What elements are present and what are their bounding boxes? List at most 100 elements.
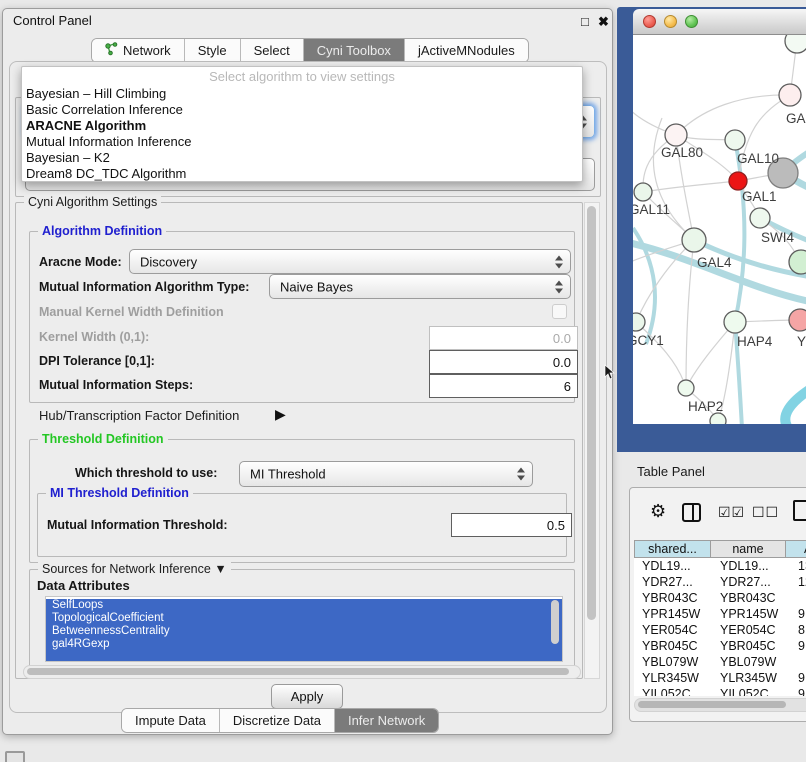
which-threshold-combo[interactable]: MI Threshold: [239, 461, 533, 487]
list-item-betweennesscentrality[interactable]: BetweennessCentrality: [46, 625, 562, 638]
network-canvas[interactable]: GAL GAL80 GAL10 GAL1 GAL11 SWI4 GAL4 GCY…: [633, 35, 806, 424]
table-horizontal-scrollbar-thumb[interactable]: [638, 701, 786, 708]
minimize-traffic-icon[interactable]: [664, 15, 677, 28]
mi-threshold-value: 0.5: [547, 518, 565, 533]
table-cell[interactable]: YER054C: [642, 623, 698, 637]
zoom-traffic-icon[interactable]: [685, 15, 698, 28]
table-cell[interactable]: YIL052C: [642, 687, 691, 696]
settings-vertical-scrollbar-thumb[interactable]: [587, 206, 596, 620]
table-cell[interactable]: YPR145W: [642, 607, 700, 621]
list-item-topologicalcoefficient[interactable]: TopologicalCoefficient: [46, 612, 562, 625]
tab-jactivemnodules[interactable]: jActiveMNodules: [405, 39, 528, 62]
table-cell[interactable]: YDR27...: [720, 575, 771, 589]
column-header-partial[interactable]: A: [786, 540, 806, 558]
table-cell[interactable]: 9.: [798, 639, 806, 653]
table-cell[interactable]: YBL079W: [642, 655, 698, 669]
table-cell[interactable]: YLR345W: [642, 671, 699, 685]
close-traffic-icon[interactable]: [643, 15, 656, 28]
column-header-shared-name[interactable]: shared...: [634, 540, 711, 558]
popup-item-bayesian-hill-climbing[interactable]: Bayesian – Hill Climbing: [26, 86, 166, 101]
tab-impute-data[interactable]: Impute Data: [122, 709, 220, 732]
hub-definition-label[interactable]: Hub/Transcription Factor Definition: [39, 408, 239, 423]
table-cell[interactable]: YLR345W: [720, 671, 777, 685]
settings-horizontal-scrollbar[interactable]: [23, 665, 581, 679]
table-cell[interactable]: 12: [798, 575, 806, 589]
table-cell[interactable]: 9.: [798, 607, 806, 621]
table-cell[interactable]: 9.: [798, 671, 806, 685]
list-selection-fill: [46, 651, 562, 661]
popup-item-bayesian-k2[interactable]: Bayesian – K2: [26, 150, 110, 165]
table-cell[interactable]: YDL19...: [720, 559, 769, 573]
table-cell[interactable]: 9.: [798, 687, 806, 696]
unchecked-pair-icon[interactable]: ☐☐: [752, 504, 779, 521]
tab-infer-network[interactable]: Infer Network: [335, 709, 438, 732]
expand-arrow-icon[interactable]: ▶: [275, 406, 286, 423]
control-panel-titlebar[interactable]: Control Panel □ ✖: [3, 9, 612, 33]
columns-icon[interactable]: [682, 503, 701, 522]
manual-kernel-checkbox[interactable]: [552, 304, 567, 319]
tab-style[interactable]: Style: [185, 39, 241, 62]
column-header-name[interactable]: name: [711, 540, 786, 558]
table-horizontal-scrollbar[interactable]: [634, 698, 806, 712]
table-cell[interactable]: YBR045C: [642, 639, 698, 653]
list-item-selfloops[interactable]: SelfLoops: [46, 599, 562, 612]
node-partial-top[interactable]: [785, 35, 806, 53]
popup-item-mutual-information[interactable]: Mutual Information Inference: [26, 134, 191, 149]
list-item-gal4rgexp[interactable]: gal4RGexp: [46, 638, 562, 651]
node-hap2[interactable]: [678, 380, 694, 396]
list-vertical-scrollbar-thumb[interactable]: [551, 600, 559, 644]
gear-icon[interactable]: ⚙: [650, 501, 666, 522]
popup-item-dream8[interactable]: Dream8 DC_TDC Algorithm: [26, 166, 186, 181]
node-gal1[interactable]: [729, 172, 747, 190]
mi-type-combo[interactable]: Naive Bayes: [269, 274, 571, 299]
partial-widget[interactable]: [5, 751, 25, 762]
node-pink-right[interactable]: [789, 309, 806, 331]
mi-threshold-field[interactable]: 0.5: [451, 513, 572, 537]
close-window-icon[interactable]: ✖: [598, 14, 609, 30]
table-cell[interactable]: YBL079W: [720, 655, 776, 669]
checked-pair-icon[interactable]: ☑☑: [718, 504, 745, 521]
collapse-arrow-icon[interactable]: ▼: [214, 562, 226, 576]
data-attributes-list[interactable]: SelfLoops TopologicalCoefficient Between…: [45, 596, 563, 662]
dpi-tolerance-field[interactable]: 0.0: [429, 350, 578, 374]
node-gal4[interactable]: [682, 228, 706, 252]
mi-steps-field[interactable]: 6: [429, 374, 578, 398]
mi-type-value: Naive Bayes: [280, 279, 353, 294]
tab-select[interactable]: Select: [241, 39, 304, 62]
settings-vertical-scrollbar[interactable]: [584, 202, 600, 679]
node-partial-bottom[interactable]: [710, 413, 726, 424]
table-cell[interactable]: YPR145W: [720, 607, 778, 621]
kernel-width-field[interactable]: 0.0: [429, 326, 578, 350]
table-cell[interactable]: YBR045C: [720, 639, 776, 653]
table-cell[interactable]: YDR27...: [642, 575, 693, 589]
apply-button[interactable]: Apply: [271, 684, 343, 709]
node-gcy1[interactable]: [633, 313, 645, 331]
stepper-icon: [516, 468, 526, 481]
table-cell[interactable]: YBR043C: [642, 591, 698, 605]
network-window-titlebar[interactable]: [633, 9, 806, 35]
table-cell[interactable]: YDL19...: [642, 559, 691, 573]
node-gal7[interactable]: [779, 84, 801, 106]
node-right-green[interactable]: [789, 250, 806, 274]
aracne-mode-combo[interactable]: Discovery: [129, 249, 571, 274]
table-cell[interactable]: YIL052C: [720, 687, 769, 696]
popup-item-basic-correlation[interactable]: Basic Correlation Inference: [26, 102, 183, 117]
node-swi4[interactable]: [750, 208, 770, 228]
control-panel-tabbar: Network Style Select Cyni Toolbox jActiv…: [91, 38, 529, 63]
popup-item-aracne[interactable]: ARACNE Algorithm: [26, 118, 146, 133]
table-cell[interactable]: YER054C: [720, 623, 776, 637]
float-window-icon[interactable]: □: [581, 14, 589, 29]
file-icon[interactable]: [793, 500, 806, 521]
node-gal10[interactable]: [725, 130, 745, 150]
algorithm-definition-title: Algorithm Definition: [38, 224, 166, 238]
settings-horizontal-scrollbar-thumb[interactable]: [27, 668, 569, 675]
table-cell[interactable]: 8.: [798, 623, 806, 637]
node-hap4[interactable]: [724, 311, 746, 333]
tab-discretize-data[interactable]: Discretize Data: [220, 709, 335, 732]
table-cell[interactable]: YBR043C: [720, 591, 776, 605]
tab-network[interactable]: Network: [92, 39, 185, 62]
node-gal11[interactable]: [634, 183, 652, 201]
node-gal80[interactable]: [665, 124, 687, 146]
tab-cyni-toolbox[interactable]: Cyni Toolbox: [304, 39, 405, 62]
table-cell[interactable]: 13: [798, 559, 806, 573]
